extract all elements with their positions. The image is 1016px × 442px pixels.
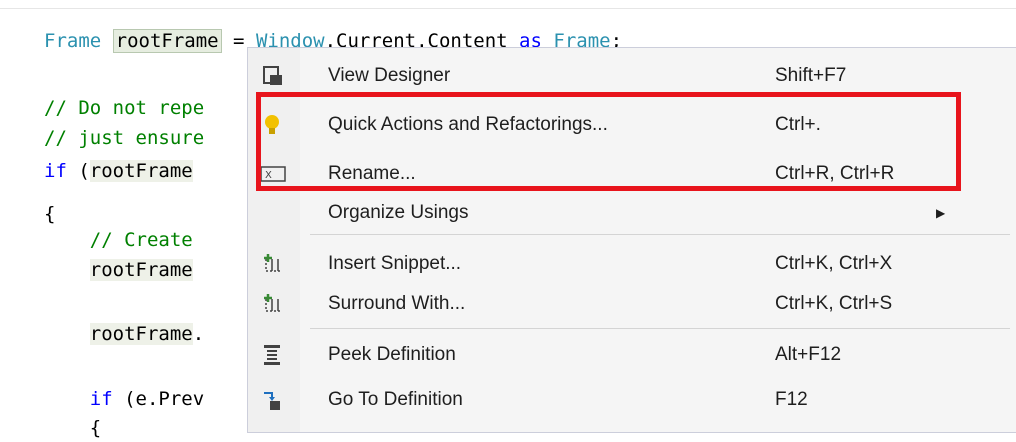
menu-item-organize-usings[interactable]: Organize Usings ▶ — [248, 196, 1016, 230]
menu-item-shortcut: Ctrl+K, Ctrl+S — [775, 293, 893, 314]
menu-item-label: View Designer — [328, 65, 451, 86]
code-token: (e.Prev — [112, 388, 205, 410]
code-token: rootFrame — [89, 323, 193, 345]
menu-item-go-to-definition[interactable]: Go To Definition F12 — [248, 383, 1016, 417]
code-line-10[interactable]: { — [44, 414, 101, 442]
code-line-8[interactable]: rootFrame. — [44, 320, 204, 348]
code-line-9[interactable]: if (e.Prev — [44, 385, 204, 413]
highlighted-identifier[interactable]: rootFrame — [112, 29, 222, 53]
menu-item-peek-definition[interactable]: Peek Definition Alt+F12 — [248, 338, 1016, 372]
menu-item-label: Peek Definition — [328, 344, 456, 365]
go-to-definition-icon — [260, 389, 286, 411]
menu-item-surround-with[interactable]: Surround With... Ctrl+K, Ctrl+S — [248, 287, 1016, 321]
menu-item-label: Go To Definition — [328, 389, 463, 410]
code-token: if — [44, 160, 67, 182]
menu-item-label: Insert Snippet... — [328, 253, 462, 274]
view-designer-icon — [260, 65, 286, 87]
menu-item-shortcut: Alt+F12 — [775, 344, 842, 365]
highlight-annotation-box — [256, 92, 961, 191]
code-line-7[interactable]: rootFrame — [44, 256, 193, 284]
code-token: Frame — [44, 30, 102, 52]
submenu-arrow-icon: ▶ — [936, 206, 946, 220]
editor-top-border — [0, 0, 1016, 9]
menu-item-label: Organize Usings — [328, 202, 469, 223]
menu-item-shortcut: F12 — [775, 389, 808, 410]
code-line-3[interactable]: // just ensure — [44, 124, 204, 152]
code-token: rootFrame — [89, 160, 193, 182]
menu-item-shortcut: Ctrl+K, Ctrl+X — [775, 253, 893, 274]
code-token: ( — [66, 160, 90, 182]
code-line-6[interactable]: // Create — [44, 226, 193, 254]
code-token: rootFrame — [89, 259, 193, 281]
menu-item-shortcut: Shift+F7 — [775, 65, 847, 86]
code-line-4[interactable]: if (rootFrame — [44, 157, 193, 185]
surround-with-icon — [260, 293, 286, 315]
menu-item-label: Surround With... — [328, 293, 466, 314]
code-token: if — [89, 388, 113, 410]
menu-separator — [310, 234, 1010, 235]
menu-separator — [310, 328, 1010, 329]
menu-item-insert-snippet[interactable]: Insert Snippet... Ctrl+K, Ctrl+X — [248, 247, 1016, 281]
code-token: . — [192, 323, 205, 345]
code-line-2[interactable]: // Do not repe — [44, 94, 204, 122]
code-line-5[interactable]: { — [44, 200, 55, 228]
menu-item-view-designer[interactable]: View Designer Shift+F7 — [248, 59, 1016, 93]
peek-definition-icon — [260, 344, 286, 366]
insert-snippet-icon — [260, 253, 286, 275]
